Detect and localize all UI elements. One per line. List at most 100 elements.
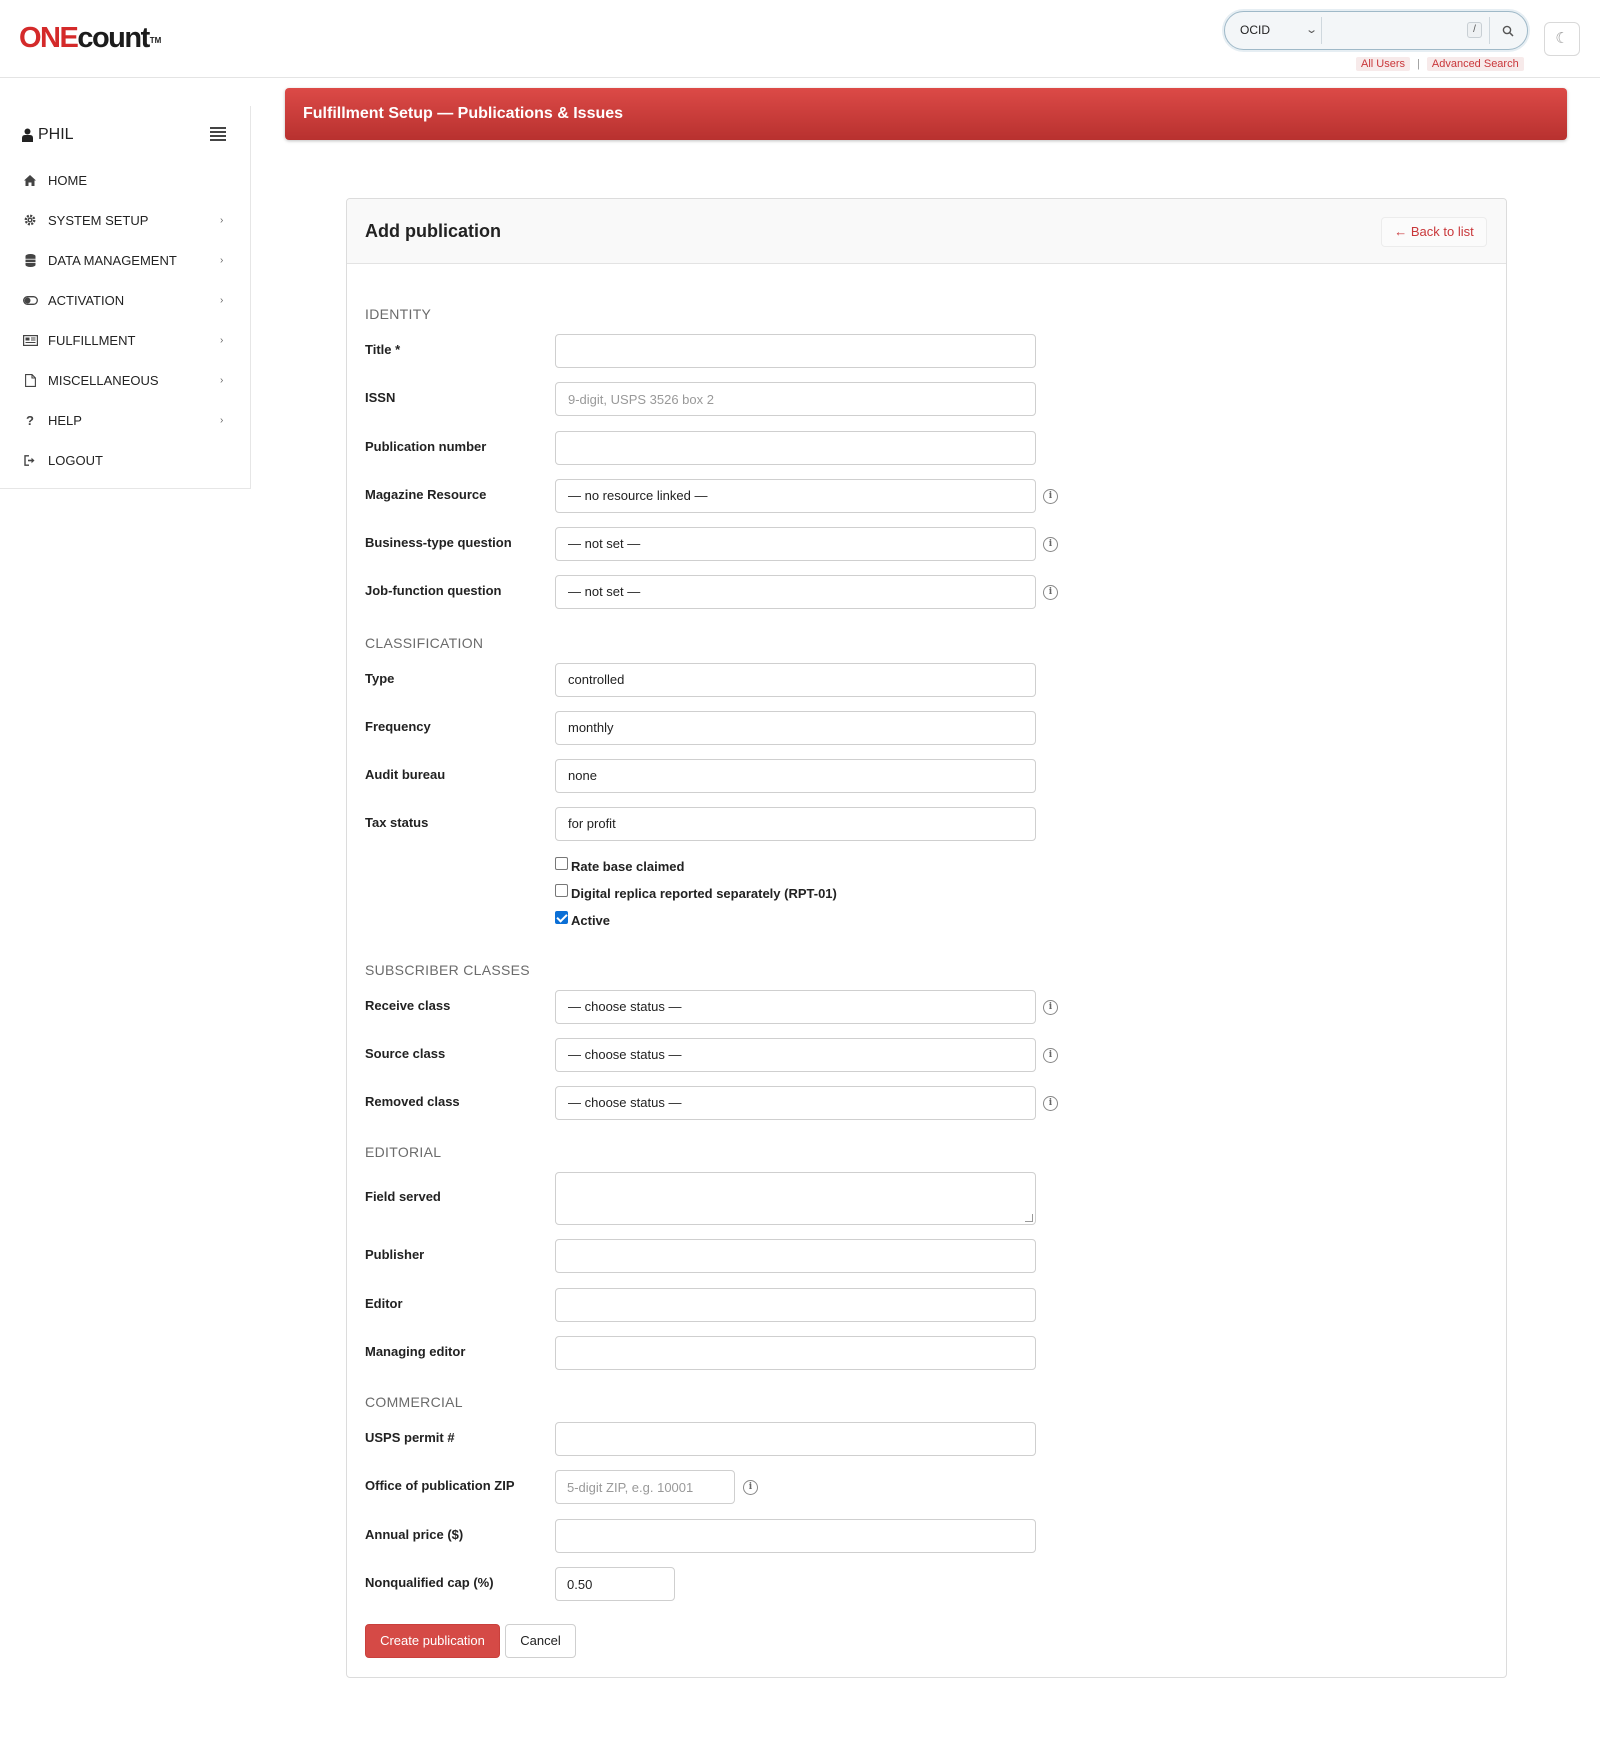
top-bar: ONE count TM OCID ⌄ / All Users | Advanced… [0, 0, 1600, 78]
nonqualified-cap-input[interactable] [555, 1567, 675, 1601]
checkbox-box-checked[interactable] [555, 911, 568, 924]
sidebar-item-home[interactable]: HOME [0, 160, 250, 200]
info-icon[interactable]: i [1043, 537, 1058, 552]
job-function-question-select[interactable]: — not set — [555, 575, 1036, 609]
frequency-label: Frequency [365, 719, 431, 734]
digital-replica-checkbox[interactable]: Digital replica reported separately (RPT… [555, 884, 837, 901]
theme-toggle-button[interactable]: ☾ [1544, 22, 1580, 56]
cancel-button[interactable]: Cancel [505, 1624, 576, 1658]
publisher-input[interactable] [555, 1239, 1036, 1273]
audit-bureau-select[interactable]: none [555, 759, 1036, 793]
logo-one: ONE [19, 22, 79, 54]
checkbox-box[interactable] [555, 884, 568, 897]
menu-toggle-icon[interactable] [210, 127, 226, 141]
logo-count: count [77, 22, 150, 54]
magazine-resource-select[interactable]: — no resource linked — [555, 479, 1036, 513]
sidebar-item-label: HOME [48, 172, 87, 188]
moon-icon: ☾ [1555, 30, 1569, 47]
sidebar-item-label: HELP [48, 412, 82, 428]
search-divider [1321, 17, 1322, 44]
type-label: Type [365, 671, 395, 686]
info-icon[interactable]: i [1043, 1000, 1058, 1015]
search-shortcut-key: / [1467, 22, 1482, 38]
info-icon[interactable]: i [1043, 1096, 1058, 1111]
source-class-select[interactable]: — choose status — [555, 1038, 1036, 1072]
database-icon [22, 253, 38, 267]
tax-status-select[interactable]: for profit [555, 807, 1036, 841]
info-icon[interactable]: i [1043, 1048, 1058, 1063]
page-title: Fulfillment Setup — Publications & Issue… [303, 105, 624, 122]
checkbox-box[interactable] [555, 857, 568, 870]
type-select[interactable]: controlled [555, 663, 1036, 697]
sidebar-item-logout[interactable]: LOGOUT [0, 440, 250, 480]
user-icon [22, 128, 33, 142]
search-type-select[interactable]: OCID ⌄ [1230, 16, 1320, 45]
issn-label: ISSN [365, 390, 396, 405]
usps-permit-input[interactable] [555, 1422, 1036, 1456]
removed-class-select[interactable]: — choose status — [555, 1086, 1036, 1120]
onecount-logo[interactable]: ONE count TM [19, 22, 161, 54]
office-zip-label: Office of publication ZIP [365, 1478, 515, 1493]
chevron-down-icon: ⌄ [1304, 24, 1318, 36]
sidebar-item-help[interactable]: ? HELP › [0, 400, 250, 440]
chevron-right-icon: › [220, 214, 224, 226]
sidebar-item-label: MISCELLANEOUS [48, 372, 159, 388]
sidebar-item-fulfillment[interactable]: FULFILLMENT › [0, 320, 250, 360]
sidebar-item-label: SYSTEM SETUP [48, 212, 149, 228]
title-input[interactable] [555, 334, 1036, 368]
card-header: Add publication ← Back to list [347, 199, 1506, 264]
issn-input[interactable] [555, 382, 1036, 416]
sidebar-item-system-setup[interactable]: SYSTEM SETUP › [0, 200, 250, 240]
gear-icon [22, 213, 38, 227]
chevron-right-icon: › [220, 374, 224, 386]
info-icon[interactable]: i [743, 1480, 758, 1495]
annual-price-label: Annual price ($) [365, 1527, 464, 1542]
newspaper-icon [22, 333, 38, 347]
advanced-search-link[interactable]: Advanced Search [1426, 57, 1524, 71]
rate-base-claimed-checkbox[interactable]: Rate base claimed [555, 857, 684, 874]
card-title: Add publication [365, 221, 501, 241]
chevron-right-icon: › [220, 334, 224, 346]
back-to-list-link[interactable]: ← Back to list [1381, 217, 1487, 247]
annual-price-input[interactable] [555, 1519, 1036, 1553]
sidebar-item-activation[interactable]: ACTIVATION › [0, 280, 250, 320]
office-zip-input[interactable] [555, 1470, 735, 1504]
sidebar-item-data-management[interactable]: DATA MANAGEMENT › [0, 240, 250, 280]
logo-trademark: TM [149, 36, 162, 45]
source-class-label: Source class [365, 1046, 446, 1061]
all-users-link[interactable]: All Users [1356, 57, 1411, 71]
section-subscriber-classes: SUBSCRIBER CLASSES [365, 962, 530, 978]
removed-class-label: Removed class [365, 1094, 460, 1109]
sign-out-icon [22, 453, 38, 467]
create-publication-button[interactable]: Create publication [365, 1624, 500, 1658]
field-served-textarea[interactable] [555, 1172, 1036, 1225]
search-type-value: OCID [1240, 23, 1270, 37]
publication-number-label: Publication number [365, 439, 487, 454]
search-button[interactable] [1493, 16, 1523, 45]
search-button-divider [1489, 17, 1490, 44]
receive-class-select[interactable]: — choose status — [555, 990, 1036, 1024]
frequency-select[interactable]: monthly [555, 711, 1036, 745]
info-icon[interactable]: i [1043, 489, 1058, 504]
managing-editor-input[interactable] [555, 1336, 1036, 1370]
info-icon[interactable]: i [1043, 585, 1058, 600]
sidebar-item-miscellaneous[interactable]: MISCELLANEOUS › [0, 360, 250, 400]
publication-number-input[interactable] [555, 431, 1036, 465]
user-name[interactable]: PHIL [22, 126, 74, 144]
chevron-right-icon: › [220, 294, 224, 306]
search-icon [1502, 25, 1514, 37]
section-identity: IDENTITY [365, 306, 432, 322]
home-icon [22, 173, 38, 187]
chevron-right-icon: › [220, 254, 224, 266]
editor-input[interactable] [555, 1288, 1036, 1322]
global-search: OCID ⌄ / [1224, 11, 1528, 50]
business-type-question-select[interactable]: — not set — [555, 527, 1036, 561]
toggle-icon [22, 293, 38, 307]
tax-status-label: Tax status [365, 815, 429, 830]
active-checkbox[interactable]: Active [555, 911, 610, 928]
nonqualified-cap-label: Nonqualified cap (%) [365, 1575, 494, 1590]
sidebar-item-label: FULFILLMENT [48, 332, 136, 348]
file-icon [22, 373, 38, 387]
search-input[interactable] [1325, 16, 1485, 45]
field-served-label: Field served [365, 1189, 441, 1204]
